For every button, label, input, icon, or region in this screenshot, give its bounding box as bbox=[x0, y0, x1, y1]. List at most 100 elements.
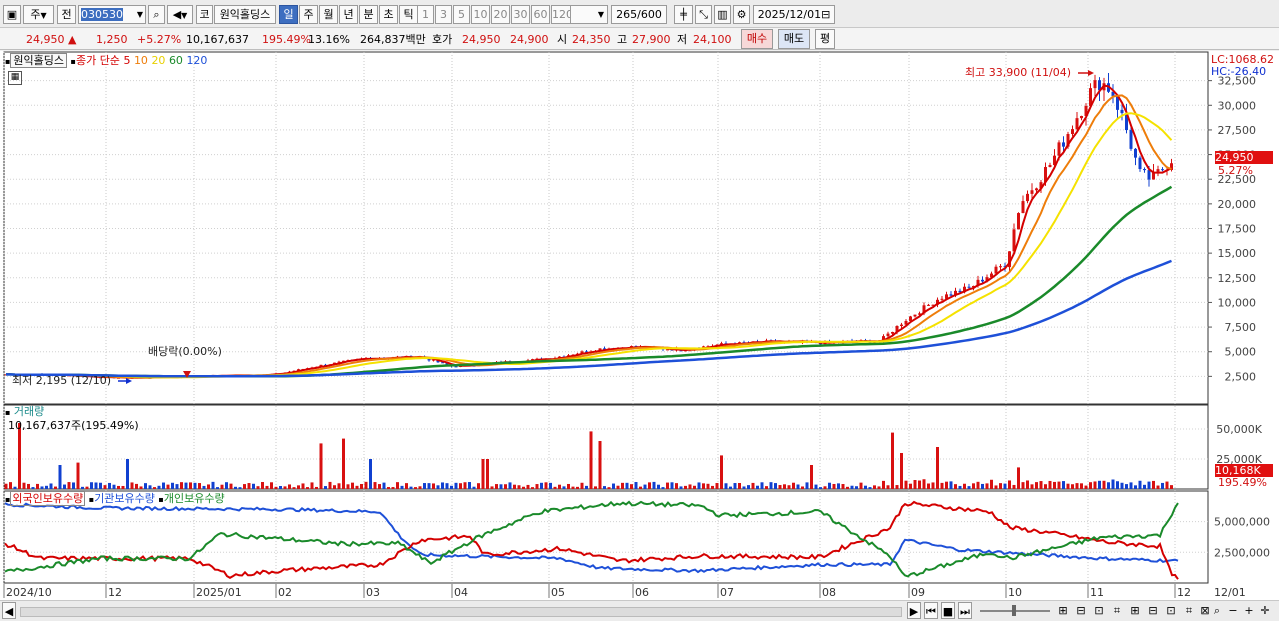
stock-code-input[interactable]: 030530 ▼ bbox=[78, 5, 146, 24]
volume-bar bbox=[1098, 480, 1101, 489]
candle-body bbox=[927, 304, 930, 306]
volume-bar bbox=[414, 487, 417, 489]
avg-button[interactable]: 평 bbox=[815, 29, 835, 49]
chart-icon-3[interactable]: ⊡ bbox=[1092, 602, 1106, 619]
volume-bar bbox=[697, 482, 701, 489]
volume-panel-frame bbox=[3, 404, 1209, 490]
period-tab-3[interactable]: 년 bbox=[339, 5, 358, 24]
volume-bar bbox=[909, 483, 912, 489]
price-info-bar: 24,950 ▲ 1,250 +5.27% 10,167,637 195.49%… bbox=[0, 28, 1279, 50]
volume-bar bbox=[1107, 482, 1110, 489]
save-icon[interactable]: ▥ bbox=[714, 5, 731, 24]
volume-bar bbox=[994, 485, 998, 489]
interval-button-3[interactable]: 3 bbox=[435, 5, 452, 24]
y-axis-label: 7,500 bbox=[1225, 321, 1257, 334]
volume-bar bbox=[27, 483, 30, 489]
sell-button[interactable]: 매도 bbox=[778, 29, 810, 49]
interval-button-20[interactable]: 20 bbox=[491, 5, 510, 24]
interval-button-1[interactable]: 1 bbox=[417, 5, 434, 24]
market-label[interactable]: 코 bbox=[196, 5, 213, 24]
chart-area[interactable]: 2024/10 12 2025/01 02 03 04 05 06 07 08 09 10 11 12 12… bbox=[0, 51, 1279, 600]
volume-bar bbox=[814, 484, 818, 489]
date-input[interactable]: 2025/12/01⊟ bbox=[753, 5, 835, 24]
volume-bar bbox=[864, 485, 867, 489]
last-page-icon[interactable]: ⏭ bbox=[958, 602, 972, 619]
chart-icon-2[interactable]: ⊟ bbox=[1074, 602, 1088, 619]
scroll-left-icon[interactable]: ◀ bbox=[2, 602, 16, 619]
volume-bar bbox=[495, 484, 498, 489]
volume-value-label: 10,167,637주(195.49%) bbox=[8, 419, 139, 432]
volume-bar bbox=[1048, 480, 1052, 489]
chart-icon-5[interactable]: ⊞ bbox=[1128, 602, 1142, 619]
buy-button[interactable]: 매수 bbox=[741, 29, 773, 49]
zoom-in-icon[interactable]: + bbox=[1242, 602, 1256, 619]
chart-icon-1[interactable]: ⊞ bbox=[1056, 602, 1070, 619]
x-axis-label: 12 bbox=[108, 586, 122, 599]
gear-icon[interactable]: ⚙ bbox=[733, 5, 750, 24]
volume-bar bbox=[58, 465, 62, 489]
volume-bar bbox=[940, 482, 944, 489]
zoom-slider-handle[interactable] bbox=[1012, 605, 1016, 616]
first-page-icon[interactable]: ⏮ bbox=[924, 602, 938, 619]
volume-bar bbox=[270, 482, 273, 489]
volume-bar bbox=[36, 483, 39, 489]
candle-body bbox=[1147, 170, 1151, 180]
stock-name-field[interactable]: 원익홀딩스 bbox=[214, 5, 276, 24]
volume-bar bbox=[378, 484, 381, 489]
x-axis-label: 03 bbox=[366, 586, 380, 599]
volume-bar bbox=[706, 483, 710, 489]
interval-button-10[interactable]: 10 bbox=[471, 5, 490, 24]
volume-bar bbox=[1062, 481, 1065, 489]
candle-body bbox=[1026, 193, 1029, 202]
zoom-out-icon[interactable]: − bbox=[1226, 602, 1240, 619]
volume-bar bbox=[558, 484, 561, 489]
volume-bar bbox=[427, 483, 431, 489]
search-icon[interactable]: ⌕ bbox=[148, 5, 165, 24]
volume-bar bbox=[724, 483, 728, 489]
candle-icon[interactable]: ╪ bbox=[674, 5, 693, 24]
zoom-icon[interactable]: ⌕ bbox=[1210, 602, 1224, 619]
volume-bar bbox=[1012, 484, 1016, 489]
interval-button-60[interactable]: 60 bbox=[531, 5, 550, 24]
prev-button[interactable]: 전 bbox=[57, 5, 76, 24]
volume-bar bbox=[769, 482, 773, 489]
volume-bar bbox=[972, 483, 975, 489]
period-tab-0[interactable]: 일 bbox=[279, 5, 298, 24]
chart-icon-4[interactable]: ⌗ bbox=[1110, 602, 1124, 619]
period-tab-4[interactable]: 분 bbox=[359, 5, 378, 24]
crosshair-icon[interactable]: ✛ bbox=[1258, 602, 1272, 619]
window-menu-icon[interactable]: ▣ bbox=[3, 5, 21, 24]
volume-bar bbox=[324, 486, 327, 489]
volume-bar bbox=[396, 482, 399, 489]
volume-bar bbox=[432, 483, 435, 489]
tool-icon[interactable]: ⤡ bbox=[695, 5, 712, 24]
stop-icon[interactable]: ■ bbox=[941, 602, 955, 619]
period-tab-1[interactable]: 주 bbox=[299, 5, 318, 24]
volume-bar bbox=[630, 484, 633, 489]
grid-toggle-icon[interactable]: ▦ bbox=[8, 71, 22, 85]
interval-button-30[interactable]: 30 bbox=[511, 5, 530, 24]
period-tab-6[interactable]: 틱 bbox=[399, 5, 418, 24]
volume-bar bbox=[45, 485, 48, 489]
volume-bar bbox=[963, 483, 966, 489]
volume-bar bbox=[342, 438, 345, 489]
data-count-field[interactable]: 265/600 bbox=[611, 5, 667, 24]
period-tab-2[interactable]: 월 bbox=[319, 5, 338, 24]
period-tab-5[interactable]: 초 bbox=[379, 5, 398, 24]
chart-icon-7[interactable]: ⊡ bbox=[1164, 602, 1178, 619]
volume-bar bbox=[931, 482, 935, 489]
stock-chart[interactable]: 2024/10 12 2025/01 02 03 04 05 06 07 08 09 10 11 12 12… bbox=[0, 51, 1279, 600]
volume-bar bbox=[1161, 482, 1164, 489]
volume-bar bbox=[778, 485, 782, 489]
chart-icon-6[interactable]: ⊟ bbox=[1146, 602, 1160, 619]
interval-dropdown[interactable]: ▼ bbox=[570, 5, 608, 24]
chart-icon-8[interactable]: ⌗ bbox=[1182, 602, 1196, 619]
horizontal-scrollbar[interactable] bbox=[20, 607, 902, 617]
scroll-right-icon[interactable]: ▶ bbox=[907, 602, 921, 619]
interval-button-5[interactable]: 5 bbox=[453, 5, 470, 24]
volume-bar bbox=[238, 487, 242, 489]
y-axis-label: 2,500 bbox=[1225, 370, 1257, 383]
speaker-icon[interactable]: ◀▼ bbox=[167, 5, 193, 24]
chart-type-select[interactable]: 주▼ bbox=[23, 5, 54, 24]
volume-bar bbox=[729, 486, 732, 489]
